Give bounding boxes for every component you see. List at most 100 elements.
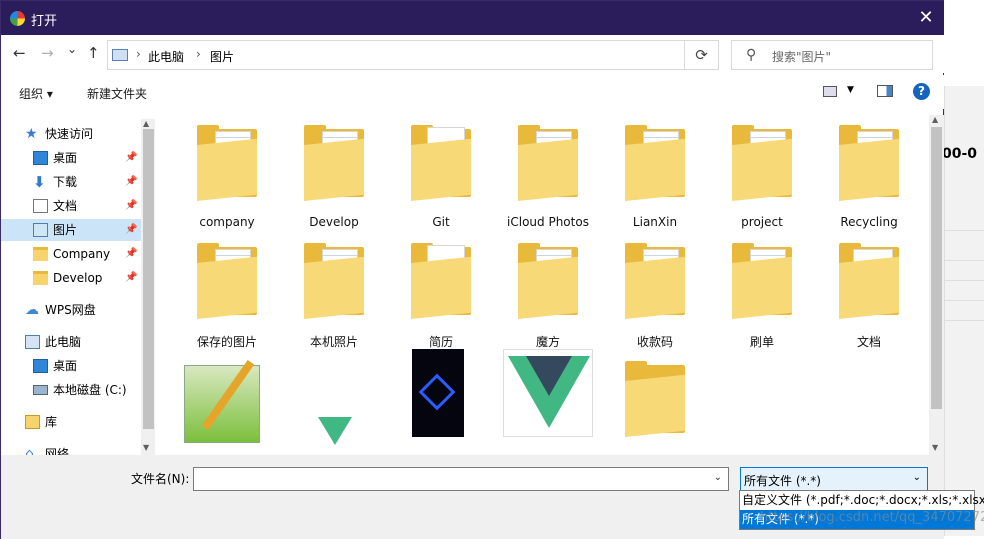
file-name-input[interactable]: ⌄ [193,467,729,491]
sidebar-item-label: 下载 [53,175,78,189]
title-bar: 打开 ✕ [1,1,944,35]
pin-icon: 📌 [125,200,138,211]
help-button[interactable]: ? [913,83,930,100]
pictures-icon [33,223,48,237]
view-mode-dropdown[interactable]: ▼ [847,85,854,95]
file-item-label: 简历 [428,335,453,349]
scrollbar-thumb[interactable] [931,127,942,409]
sidebar-item[interactable]: 桌面 [1,355,141,377]
chevron-down-icon[interactable]: ⌄ [714,472,722,483]
file-item[interactable]: company [176,115,278,231]
file-item[interactable]: project [711,115,813,231]
organize-button[interactable]: 组织 ▾ [19,85,53,102]
folder-icon [304,125,364,201]
file-list-scrollbar[interactable]: ▲ ▼ [929,115,944,455]
sidebar-item-label: 文档 [53,199,78,213]
breadcrumb-separator: › [196,47,201,61]
sidebar-item-label: 本地磁盘 (C:) [53,383,127,397]
file-item[interactable]: W 简历 [390,233,492,349]
sidebar-item[interactable]: 文档 📌 [1,195,141,217]
file-item[interactable]: Develop [283,115,385,231]
preview-pane-icon[interactable] [877,85,893,97]
view-mode-icon[interactable] [823,86,837,97]
file-item[interactable] [176,351,278,455]
file-item[interactable]: LianXin [604,115,706,231]
file-item[interactable]: 刷单 [711,233,813,349]
file-item[interactable]: Recycling [818,115,920,231]
file-list: company Develop W Git iCloud Photos LianXin pr… [161,115,929,455]
sidebar-item[interactable]: ★ 快速访问 [1,123,141,145]
sidebar-item-label: 网络 [45,447,70,455]
background-text: 00-0 [942,146,978,162]
folder-icon [625,243,685,319]
scroll-up-arrow-icon[interactable]: ▲ [143,119,149,128]
file-item[interactable]: P 文档 [818,233,920,349]
background-window: 00-0 [942,0,984,539]
address-bar[interactable]: › 此电脑 › 图片 [107,40,685,70]
sidebar-item[interactable]: 库 [1,411,141,433]
scroll-down-arrow-icon[interactable]: ▼ [932,443,938,452]
back-button[interactable]: ← [13,44,26,62]
sidebar-item-label: 库 [45,415,58,429]
file-item[interactable] [283,351,385,455]
scroll-down-arrow-icon[interactable]: ▼ [143,443,149,452]
folder-icon: W [411,243,471,319]
folder-icon: P [839,243,899,319]
refresh-button[interactable]: ⟳ [685,40,719,70]
search-box[interactable]: ⚲ 搜索"图片" [731,40,933,70]
close-button[interactable]: ✕ [909,3,943,33]
app-icon [10,11,25,26]
file-item-label: 收款码 [636,335,673,349]
new-folder-button[interactable]: 新建文件夹 [87,85,147,102]
file-item[interactable] [604,351,706,455]
up-button[interactable]: ↑ [87,44,100,62]
file-item-label: project [741,215,783,229]
folder-icon [732,125,792,201]
breadcrumb-this-pc[interactable]: 此电脑 [148,48,184,65]
file-item-label: iCloud Photos [507,215,589,229]
sidebar-item-label: 快速访问 [45,127,94,141]
chevron-down-icon[interactable]: ⌄ [913,472,921,483]
file-type-option-custom[interactable]: 自定义文件 (*.pdf;*.doc;*.docx;*.xls;*.xlsx) [740,491,984,510]
computer-icon [25,335,40,349]
dialog-title: 打开 [31,14,58,29]
image-thumbnail [184,355,270,443]
navigation-pane-scrollbar[interactable]: ▲ ▼ [141,119,155,455]
sidebar-item[interactable]: 桌面 📌 [1,147,141,169]
file-item-label: LianXin [632,215,678,229]
sidebar-item[interactable]: Develop 📌 [1,267,141,289]
file-item[interactable]: 收款码 [604,233,706,349]
sidebar-item[interactable]: 本地磁盘 (C:) [1,379,141,401]
file-type-select[interactable]: 所有文件 (*.*) ⌄ [740,467,928,491]
file-item[interactable]: iCloud Photos [497,115,599,231]
scrollbar-thumb[interactable] [143,129,154,429]
sidebar-item[interactable]: 图片 📌 [1,219,141,241]
sidebar-item[interactable]: ☁ WPS网盘 [1,299,141,321]
file-item[interactable]: 保存的图片 [176,233,278,349]
file-item[interactable]: 魔方 [497,233,599,349]
file-item-label: 文档 [856,335,881,349]
search-icon: ⚲ [746,47,757,63]
desktop-icon [33,359,48,373]
scroll-up-arrow-icon[interactable]: ▲ [932,115,938,124]
file-item-label: 魔方 [535,335,560,349]
file-item[interactable]: 本机照片 [283,233,385,349]
folder-icon [197,243,257,319]
open-file-dialog: 打开 ✕ ← → ⌄ ↑ › 此电脑 › 图片 ⟳ ⚲ 搜索"图片" 组织 ▾ … [0,0,944,539]
navigation-bar: ← → ⌄ ↑ › 此电脑 › 图片 ⟳ ⚲ 搜索"图片" [1,35,944,73]
search-input[interactable]: 搜索"图片" [772,48,831,65]
breadcrumb-separator: › [136,47,141,61]
recent-locations-button[interactable]: ⌄ [67,42,77,56]
sidebar-item[interactable]: ⬇ 下载 📌 [1,171,141,193]
sidebar-item[interactable]: ⌂ 网络 [1,443,141,455]
file-item[interactable]: W Git [390,115,492,231]
forward-button[interactable]: → [41,44,54,62]
file-item-label: 本机照片 [309,335,358,349]
folder-icon [197,125,257,201]
breadcrumb-pictures[interactable]: 图片 [210,48,234,65]
sidebar-item[interactable]: 此电脑 [1,331,141,353]
file-item-label: company [199,215,255,229]
file-item[interactable] [390,349,492,455]
file-item[interactable] [497,349,599,455]
sidebar-item[interactable]: Company 📌 [1,243,141,265]
